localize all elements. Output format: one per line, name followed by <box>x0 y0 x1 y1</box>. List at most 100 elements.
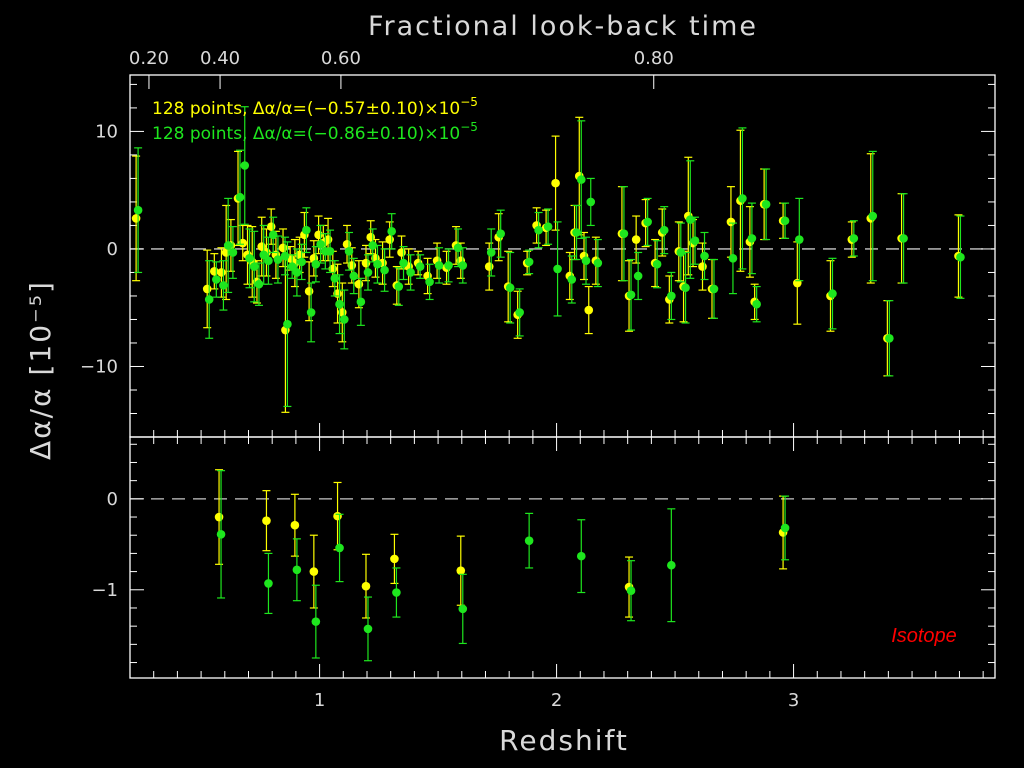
green-data-point <box>292 565 302 575</box>
green-data-point <box>795 235 804 244</box>
legend-entry-green-text: 128 points, Δα/α=(−0.86±0.10)×10 <box>152 124 460 144</box>
green-data-point <box>311 259 321 269</box>
green-data-point <box>356 297 366 307</box>
green-data-point <box>283 319 292 329</box>
yellow-data-point <box>131 214 141 223</box>
yellow-data-point <box>385 235 394 244</box>
green-data-point <box>534 225 543 235</box>
green-data-point <box>685 215 695 224</box>
yellow-data-point <box>361 258 371 268</box>
green-data-point <box>496 229 505 238</box>
green-data-point <box>626 290 636 300</box>
yellow-data-point <box>456 566 466 575</box>
x-axis-label: Redshift <box>499 724 629 757</box>
legend-entry-green: 128 points, Δα/α=(−0.86±0.10)×10−5 <box>152 120 478 144</box>
green-data-point <box>458 604 468 614</box>
green-data-point <box>543 222 553 231</box>
yellow-data-point <box>397 248 406 257</box>
green-data-point <box>738 194 747 203</box>
green-data-point <box>553 264 562 274</box>
yellow-data-point <box>290 520 300 530</box>
yellow-data-point <box>631 235 641 244</box>
yellow-data-point <box>314 230 323 240</box>
green-data-point <box>515 308 524 317</box>
legend-entry-yellow: 128 points, Δα/α=(−0.57±0.10)×10−5 <box>152 95 478 119</box>
green-data-point <box>394 282 404 291</box>
legend-entry-yellow-text: 128 points, Δα/α=(−0.57±0.10)×10 <box>152 99 460 119</box>
green-data-point <box>406 268 415 277</box>
x-tick-label: 3 <box>788 690 799 711</box>
green-data-point <box>780 523 790 533</box>
legend-entry-yellow-exponent: −5 <box>460 95 478 109</box>
green-data-point <box>633 271 643 281</box>
top-axis-tick-label: 0.60 <box>321 48 361 69</box>
green-data-point <box>524 536 534 545</box>
yellow-data-point <box>361 581 371 591</box>
yellow-data-point <box>698 262 707 271</box>
yellow-data-point <box>266 222 276 231</box>
green-data-point <box>245 254 254 263</box>
green-data-point <box>667 291 676 301</box>
green-data-point <box>524 257 534 267</box>
yellow-data-point <box>333 511 342 521</box>
green-data-point <box>643 217 652 227</box>
chart-title: Fractional look-back time <box>368 11 758 42</box>
green-data-point <box>567 275 577 284</box>
green-data-point <box>235 192 245 202</box>
green-data-point <box>415 262 425 271</box>
green-data-point <box>292 268 302 277</box>
yellow-data-point <box>354 279 364 289</box>
green-data-point <box>572 228 581 237</box>
top-axis-tick-label: 0.40 <box>200 48 240 69</box>
green-data-point <box>505 283 515 293</box>
x-tick-label: 1 <box>314 690 325 711</box>
green-data-point <box>728 254 738 263</box>
green-data-point <box>868 211 878 221</box>
green-data-point <box>849 234 859 243</box>
green-data-point <box>335 299 344 309</box>
green-data-point <box>709 284 719 294</box>
green-data-point <box>339 315 349 324</box>
green-data-point <box>667 560 676 570</box>
green-data-point <box>363 268 373 277</box>
bottom-y-tick-label: 0 <box>107 489 118 510</box>
top-axis-tick-label: 0.80 <box>634 48 674 69</box>
green-data-point <box>780 216 790 226</box>
yellow-data-point <box>551 178 560 188</box>
green-data-point <box>297 257 306 267</box>
green-data-point <box>761 199 771 209</box>
green-data-point <box>659 225 669 235</box>
yellow-data-point <box>262 516 271 525</box>
green-data-point <box>899 234 908 243</box>
chart-page: Fractional look-back time Redshift Δα/α … <box>0 0 1024 768</box>
yellow-data-point <box>793 278 802 288</box>
green-data-point <box>652 259 662 269</box>
green-data-point <box>240 161 250 170</box>
yellow-data-point <box>366 232 376 242</box>
green-data-point <box>425 277 434 287</box>
green-data-point <box>752 299 761 309</box>
green-data-point <box>956 252 965 262</box>
green-data-point <box>223 241 233 250</box>
green-data-point <box>212 275 221 284</box>
yellow-data-point <box>584 305 594 315</box>
green-data-point <box>316 239 325 249</box>
yellow-data-point <box>390 554 399 564</box>
yellow-data-point <box>217 268 226 277</box>
green-data-point <box>373 259 382 269</box>
yellow-data-point <box>484 262 494 271</box>
yellow-data-point <box>304 286 314 296</box>
legend-entry-green-exponent: −5 <box>460 120 478 134</box>
bottom-y-tick-label: −1 <box>91 580 118 601</box>
green-data-point <box>747 234 757 243</box>
green-data-point <box>311 617 321 626</box>
green-data-point <box>576 551 586 561</box>
top-axis-tick-label: 0.20 <box>129 48 169 69</box>
green-data-point <box>434 261 444 270</box>
green-data-point <box>280 251 290 261</box>
green-data-point <box>306 308 316 317</box>
green-data-point <box>593 258 603 268</box>
top-y-tick-label: 10 <box>95 121 118 142</box>
redshift-alpha-chart: Fractional look-back time Redshift Δα/α … <box>0 0 1024 768</box>
isotope-badge: Isotope <box>891 625 957 647</box>
